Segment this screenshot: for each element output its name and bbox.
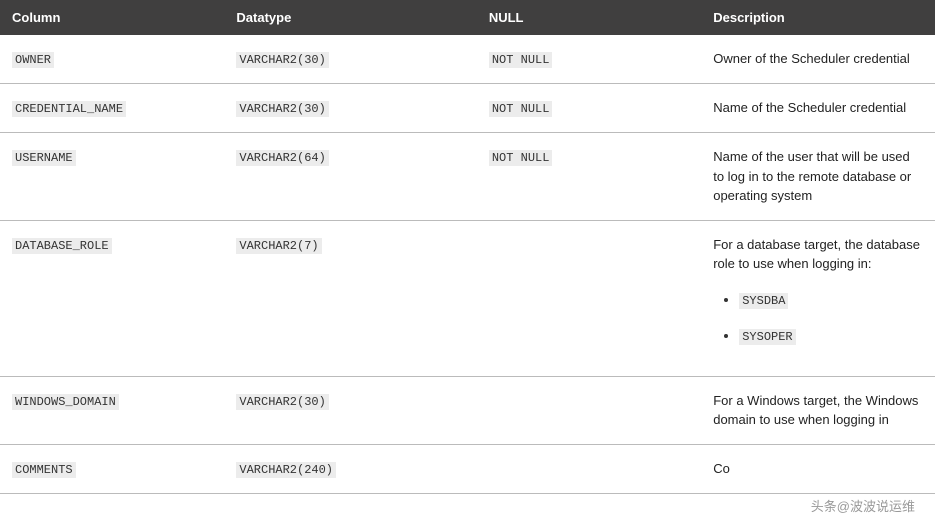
table-row: USERNAME VARCHAR2(64) NOT NULL Name of t… <box>0 133 935 221</box>
column-datatype: VARCHAR2(7) <box>236 238 321 254</box>
table-row: CREDENTIAL_NAME VARCHAR2(30) NOT NULL Na… <box>0 84 935 133</box>
schema-table: Column Datatype NULL Description OWNER V… <box>0 0 935 494</box>
column-datatype: VARCHAR2(240) <box>236 462 336 478</box>
header-datatype: Datatype <box>224 0 476 35</box>
column-description: For a Windows target, the Windows domain… <box>713 393 918 428</box>
header-column: Column <box>0 0 224 35</box>
header-null: NULL <box>477 0 701 35</box>
column-name: USERNAME <box>12 150 76 166</box>
column-name: COMMENTS <box>12 462 76 478</box>
column-name: DATABASE_ROLE <box>12 238 112 254</box>
role-value: SYSOPER <box>739 329 795 345</box>
table-row: OWNER VARCHAR2(30) NOT NULL Owner of the… <box>0 35 935 84</box>
column-description: Name of the user that will be used to lo… <box>713 149 911 203</box>
column-datatype: VARCHAR2(64) <box>236 150 328 166</box>
column-datatype: VARCHAR2(30) <box>236 394 328 410</box>
column-null: NOT NULL <box>489 150 553 166</box>
table-row: COMMENTS VARCHAR2(240) Co <box>0 444 935 493</box>
role-value: SYSDBA <box>739 293 788 309</box>
column-datatype: VARCHAR2(30) <box>236 101 328 117</box>
list-item: SYSDBA <box>739 290 923 310</box>
column-description: Owner of the Scheduler credential <box>713 51 910 66</box>
table-header-row: Column Datatype NULL Description <box>0 0 935 35</box>
column-datatype: VARCHAR2(30) <box>236 52 328 68</box>
column-name: OWNER <box>12 52 54 68</box>
column-description: Co <box>713 461 730 476</box>
column-description: For a database target, the database role… <box>713 237 920 272</box>
role-list: SYSDBA SYSOPER <box>739 290 923 346</box>
watermark-text: 头条@波波说运维 <box>811 496 915 515</box>
column-null: NOT NULL <box>489 52 553 68</box>
table-row: WINDOWS_DOMAIN VARCHAR2(30) For a Window… <box>0 376 935 444</box>
column-name: CREDENTIAL_NAME <box>12 101 126 117</box>
column-name: WINDOWS_DOMAIN <box>12 394 119 410</box>
list-item: SYSOPER <box>739 326 923 346</box>
header-description: Description <box>701 0 935 35</box>
table-row: DATABASE_ROLE VARCHAR2(7) For a database… <box>0 220 935 376</box>
column-null: NOT NULL <box>489 101 553 117</box>
column-description: Name of the Scheduler credential <box>713 100 906 115</box>
